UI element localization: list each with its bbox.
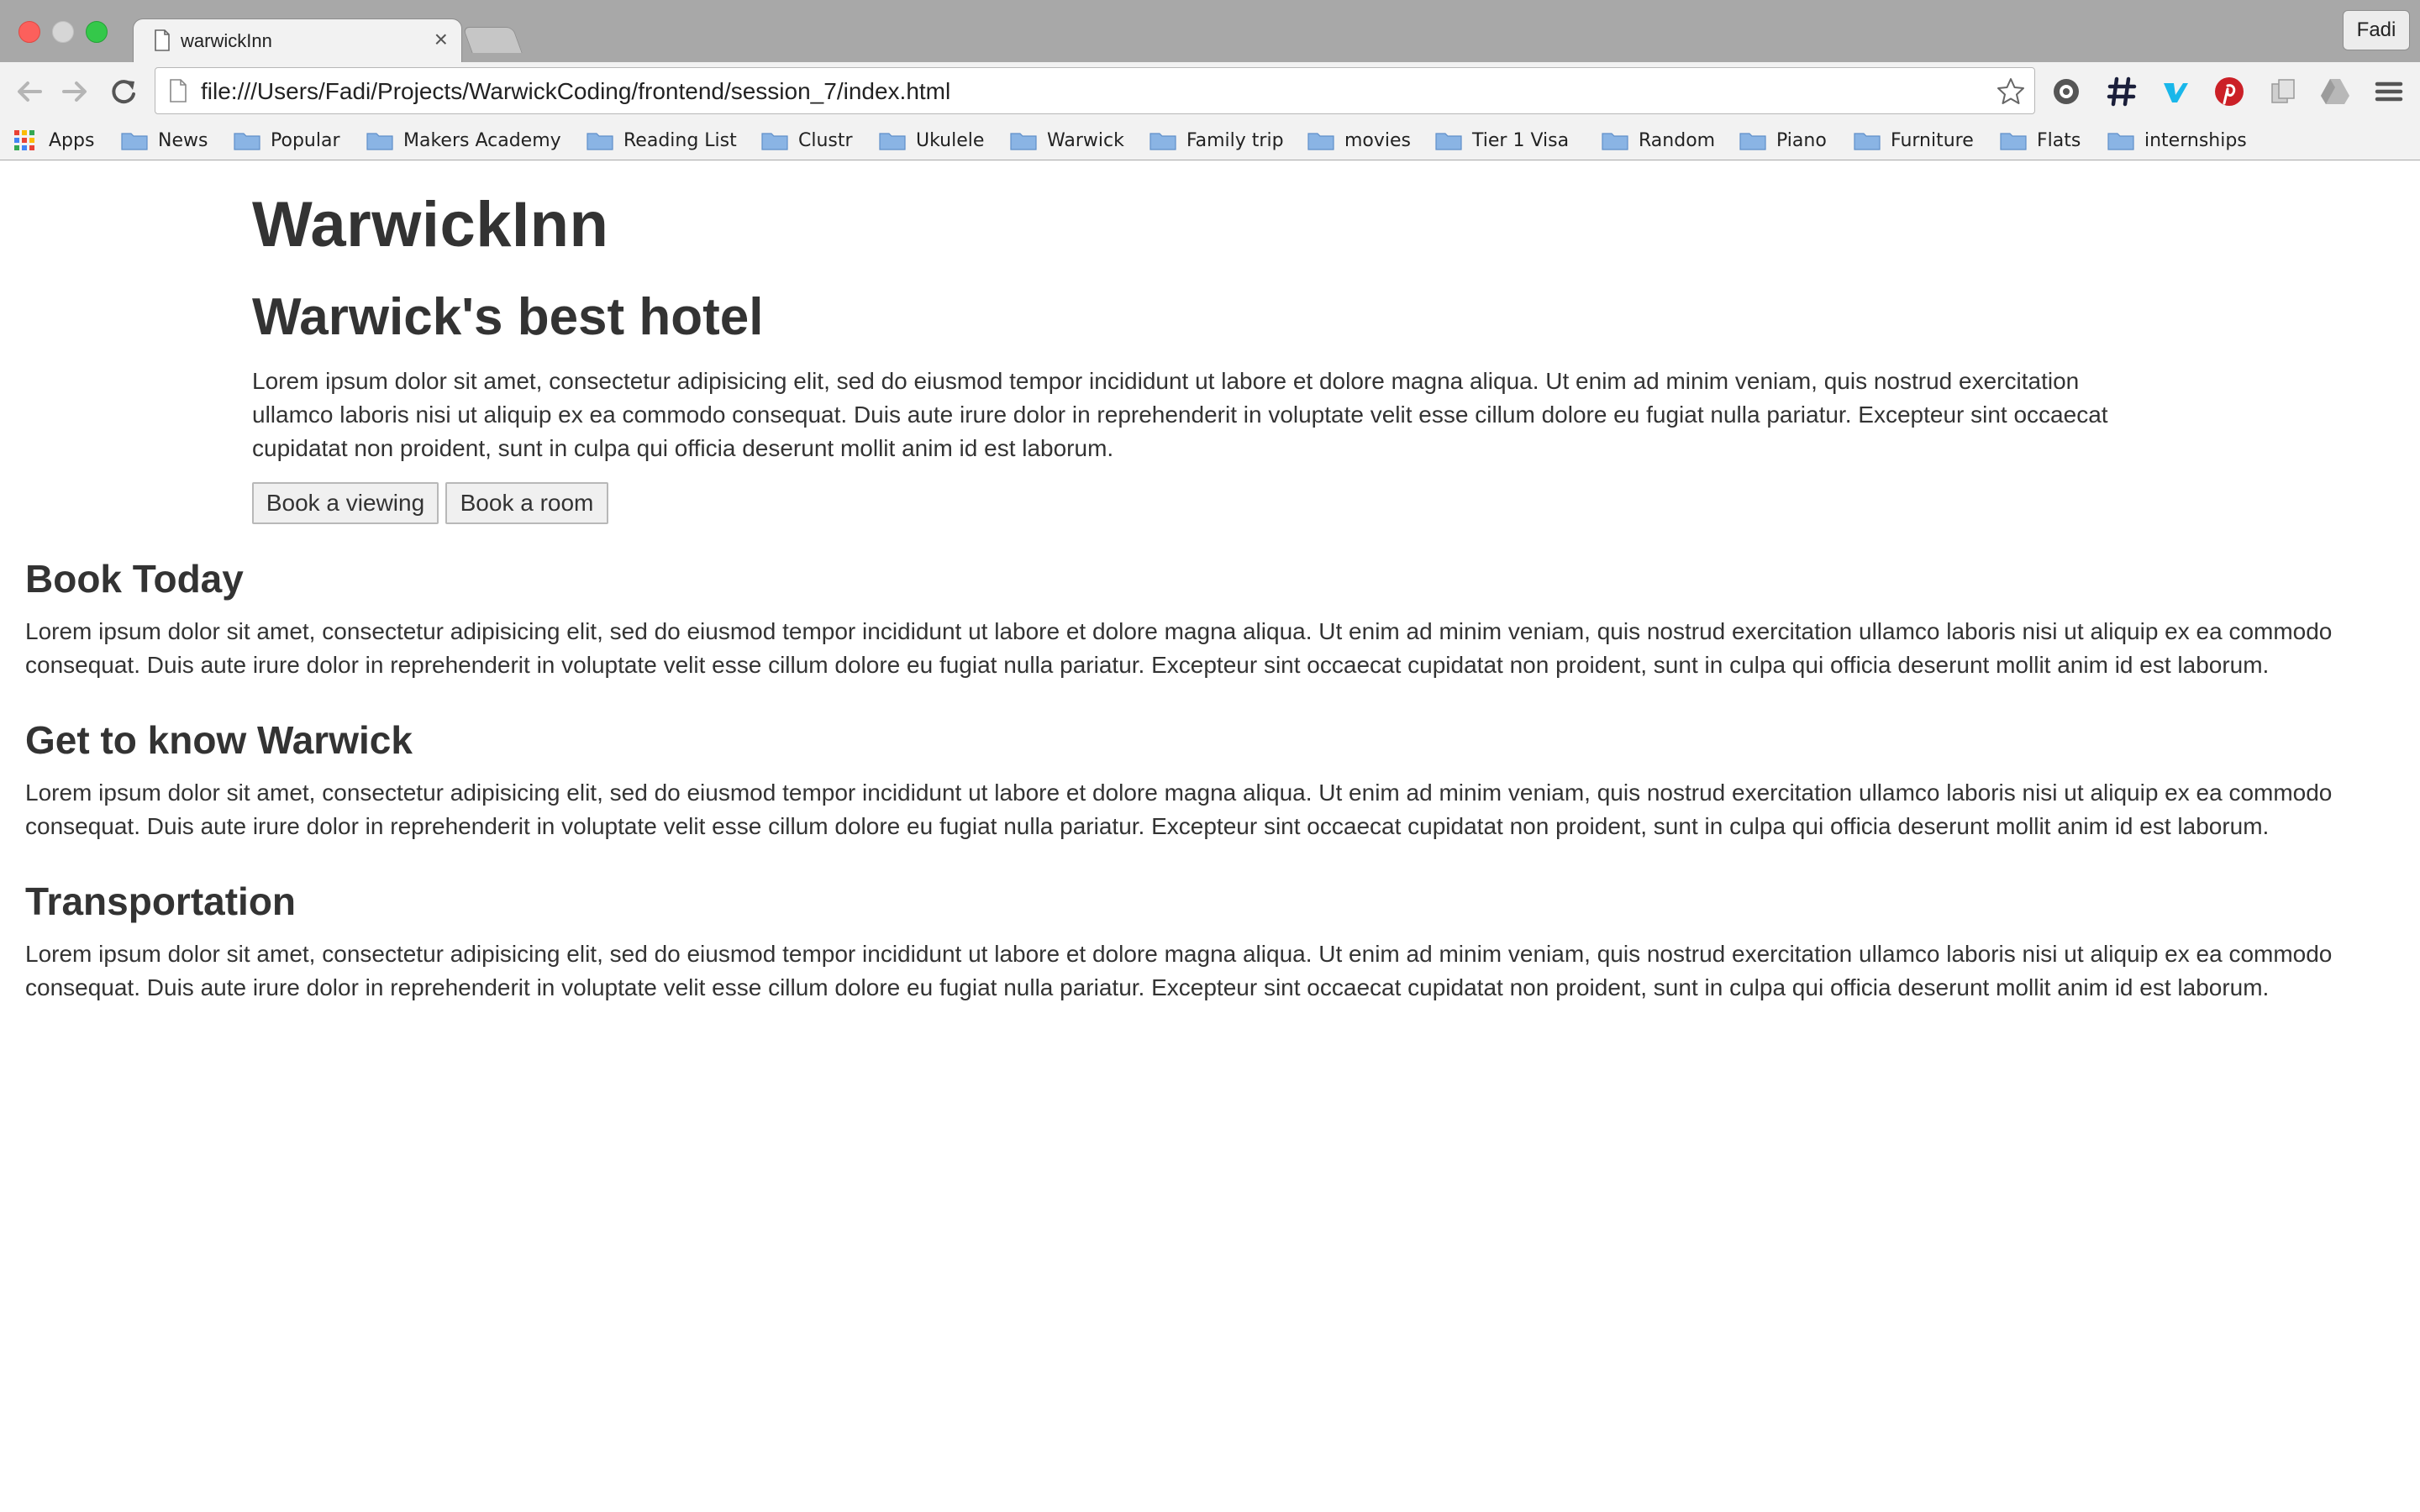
bookmark-clustr[interactable]: Clustr	[761, 121, 853, 160]
window-maximize-button[interactable]	[86, 21, 108, 43]
bookmark-label: News	[158, 129, 208, 151]
reload-icon[interactable]	[106, 74, 141, 109]
section-heading: Get to know Warwick	[25, 718, 413, 762]
bookmark-reading-list[interactable]: Reading List	[587, 121, 737, 160]
profile-button[interactable]: Fadi	[2343, 10, 2410, 50]
bookmark-label: Warwick	[1047, 129, 1124, 151]
folder-icon	[1435, 133, 1462, 150]
bookmark-label: Makers Academy	[403, 129, 561, 151]
bookmark-label: internships	[2144, 129, 2247, 151]
bookmark-news[interactable]: News	[121, 121, 208, 160]
window-minimize-button[interactable]	[52, 21, 74, 43]
folder-icon	[2107, 133, 2134, 150]
folder-icon	[879, 133, 906, 150]
page-icon	[170, 79, 187, 102]
bookmark-family-trip[interactable]: Family trip	[1150, 121, 1284, 160]
page-icon	[155, 29, 170, 51]
hero-text: Lorem ipsum dolor sit amet, consectetur …	[252, 368, 2108, 461]
folder-icon	[587, 133, 613, 150]
section-text: Lorem ipsum dolor sit amet, consectetur …	[25, 618, 2333, 678]
section-text: Lorem ipsum dolor sit amet, consectetur …	[25, 941, 2333, 1000]
book-viewing-button[interactable]: Book a viewing	[252, 482, 439, 524]
new-tab-button[interactable]	[462, 27, 523, 53]
bookmark-tier-1-visa[interactable]: Tier 1 Visa	[1435, 121, 1569, 160]
bookmark-label: Family trip	[1186, 129, 1284, 151]
folder-icon	[366, 133, 393, 150]
hero-subtitle: Warwick's best hotel	[252, 288, 764, 346]
folder-icon	[234, 133, 260, 150]
vimeo-icon[interactable]	[2156, 72, 2195, 111]
folder-icon	[1307, 133, 1334, 150]
browser-chrome: warwickInn × Fadi file:///Users/Fadi/Pro…	[0, 0, 2420, 160]
section-heading: Transportation	[25, 879, 297, 923]
google-drive-icon[interactable]	[2316, 72, 2354, 111]
address-bar[interactable]: file:///Users/Fadi/Projects/WarwickCodin…	[155, 67, 2035, 114]
tab-close-icon[interactable]: ×	[434, 26, 448, 53]
bookmarks-bar: Apps News Popular Makers Academy Reading…	[0, 121, 2420, 160]
bookmark-internships[interactable]: internships	[2107, 121, 2247, 160]
forward-arrow-icon[interactable]	[57, 74, 92, 109]
bookmark-makers-academy[interactable]: Makers Academy	[366, 121, 561, 160]
bookmark-movies[interactable]: movies	[1307, 121, 1411, 160]
bookmark-label: Reading List	[623, 129, 737, 151]
pinterest-icon[interactable]	[2210, 72, 2249, 111]
bookmark-popular[interactable]: Popular	[234, 121, 340, 160]
back-arrow-icon[interactable]	[12, 74, 47, 109]
bookmark-ukulele[interactable]: Ukulele	[879, 121, 984, 160]
folder-icon	[1739, 133, 1766, 150]
folder-icon	[1602, 133, 1628, 150]
star-icon[interactable]	[1996, 76, 2026, 107]
browser-tab[interactable]: warwickInn ×	[133, 18, 462, 63]
bookmark-label: movies	[1344, 129, 1412, 151]
bookmark-label: Clustr	[798, 129, 853, 151]
bookmark-flats[interactable]: Flats	[2000, 121, 2081, 160]
ghostery-icon[interactable]	[2047, 72, 2086, 111]
hamburger-menu-icon[interactable]	[2370, 72, 2408, 111]
folder-icon	[761, 133, 788, 150]
hashtag-icon[interactable]	[2102, 72, 2141, 111]
window-close-button[interactable]	[18, 21, 40, 43]
bookmark-piano[interactable]: Piano	[1739, 121, 1827, 160]
site-title: WarwickInn	[252, 189, 609, 260]
section-text: Lorem ipsum dolor sit amet, consectetur …	[25, 780, 2333, 839]
bookmark-random[interactable]: Random	[1602, 121, 1715, 160]
bookmark-apps[interactable]: Apps	[13, 121, 94, 160]
bookmark-label: Furniture	[1891, 129, 1974, 151]
toolbar: file:///Users/Fadi/Projects/WarwickCodin…	[0, 62, 2420, 121]
folder-icon	[1010, 133, 1037, 150]
bookmark-label: Apps	[49, 129, 95, 151]
url-text[interactable]: file:///Users/Fadi/Projects/WarwickCodin…	[201, 78, 950, 105]
folder-icon	[121, 133, 148, 150]
page-content: WarwickInn Warwick's best hotel Lorem ip…	[0, 160, 2420, 1512]
folder-icon	[1854, 133, 1881, 150]
section-heading: Book Today	[25, 557, 244, 601]
bookmark-furniture[interactable]: Furniture	[1854, 121, 1974, 160]
book-room-button[interactable]: Book a room	[445, 482, 608, 524]
bookmark-label: Popular	[271, 129, 340, 151]
tab-title: warwickInn	[181, 30, 272, 51]
bookmark-label: Piano	[1776, 129, 1827, 151]
folder-icon	[1150, 133, 1176, 150]
apps-grid-icon	[14, 130, 34, 150]
title-bar: warwickInn × Fadi	[0, 0, 2420, 63]
folder-icon	[2000, 133, 2027, 150]
pages-icon[interactable]	[2264, 72, 2302, 111]
bookmark-warwick[interactable]: Warwick	[1010, 121, 1124, 160]
bookmark-label: Flats	[2037, 129, 2081, 151]
bookmark-label: Tier 1 Visa	[1472, 129, 1570, 151]
bookmark-label: Ukulele	[916, 129, 985, 151]
bookmark-label: Random	[1639, 129, 1716, 151]
